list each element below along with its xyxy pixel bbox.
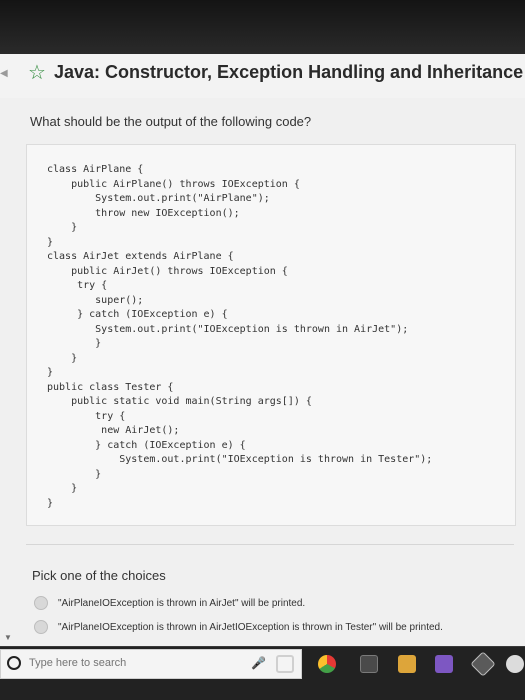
- page-title: Java: Constructor, Exception Handling an…: [54, 62, 524, 82]
- left-chevron-icon: ◀: [0, 68, 8, 79]
- box-icon[interactable]: [470, 651, 496, 677]
- radio-button-1[interactable]: [34, 596, 48, 610]
- task-view-icon[interactable]: [276, 655, 294, 673]
- chrome-icon[interactable]: [318, 655, 336, 673]
- choice-option-1-text: "AirPlaneIOException is thrown in AirJet…: [58, 597, 306, 609]
- folder-icon[interactable]: [398, 655, 416, 673]
- page-header: ◀ ☆ Java: Constructor, Exception Handlin…: [0, 54, 525, 99]
- choice-option-2[interactable]: "AirPlaneIOException is thrown in AirJet…: [34, 618, 504, 636]
- screen: ◀ ☆ Java: Constructor, Exception Handlin…: [0, 0, 525, 700]
- choice-option-2-text: "AirPlaneIOException is thrown in AirJet…: [58, 621, 443, 633]
- microphone-icon[interactable]: 🎤: [251, 655, 266, 671]
- choices-heading: Pick one of the choices: [32, 568, 166, 583]
- top-bezel: [0, 0, 525, 54]
- down-chevron-icon: ▼: [4, 633, 12, 642]
- question-content: What should be the output of the followi…: [0, 98, 525, 646]
- star-icon[interactable]: ☆: [28, 62, 50, 84]
- search-icon: [7, 656, 21, 670]
- github-icon[interactable]: [506, 655, 524, 673]
- taskbar: 🎤: [0, 646, 525, 700]
- visual-studio-icon[interactable]: [435, 655, 453, 673]
- code-block: class AirPlane { public AirPlane() throw…: [26, 144, 516, 526]
- radio-button-2[interactable]: [34, 620, 48, 634]
- code-text: class AirPlane { public AirPlane() throw…: [47, 164, 433, 509]
- section-divider: [26, 544, 514, 545]
- question-text: What should be the output of the followi…: [30, 114, 312, 129]
- taskbar-search-input[interactable]: [29, 655, 249, 671]
- store-icon[interactable]: [360, 655, 378, 673]
- taskbar-search[interactable]: 🎤: [0, 649, 302, 679]
- choice-option-1[interactable]: "AirPlaneIOException is thrown in AirJet…: [34, 594, 504, 612]
